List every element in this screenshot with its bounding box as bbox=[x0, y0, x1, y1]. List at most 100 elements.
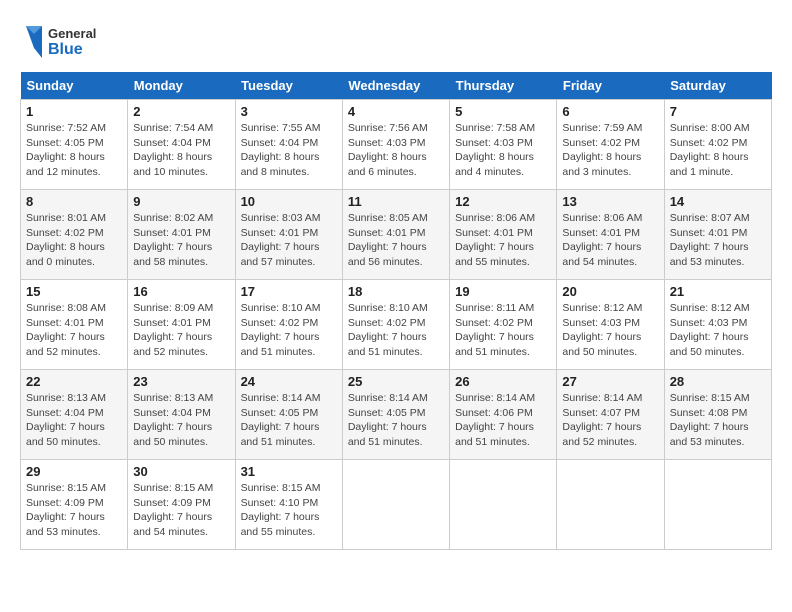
calendar-day-cell: 4Sunrise: 7:56 AM Sunset: 4:03 PM Daylig… bbox=[342, 100, 449, 190]
day-info: Sunrise: 8:12 AM Sunset: 4:03 PM Dayligh… bbox=[670, 301, 766, 360]
day-info: Sunrise: 8:10 AM Sunset: 4:02 PM Dayligh… bbox=[241, 301, 337, 360]
day-number: 23 bbox=[133, 374, 229, 389]
calendar-week-row: 1 Sunrise: 7:52 AM Sunset: 4:05 PM Daylig… bbox=[21, 100, 772, 190]
day-info: Sunrise: 8:15 AM Sunset: 4:09 PM Dayligh… bbox=[133, 481, 229, 540]
day-number: 15 bbox=[26, 284, 122, 299]
calendar-day-cell: 23 Sunrise: 8:13 AM Sunset: 4:04 PM Dayli… bbox=[128, 370, 235, 460]
day-info: Sunrise: 7:52 AM Sunset: 4:05 PM Dayligh… bbox=[26, 121, 122, 180]
day-number: 8 bbox=[26, 194, 122, 209]
day-number: 12 bbox=[455, 194, 551, 209]
day-info: Sunrise: 8:15 AM Sunset: 4:10 PM Dayligh… bbox=[241, 481, 337, 540]
day-info: Sunrise: 8:09 AM Sunset: 4:01 PM Dayligh… bbox=[133, 301, 229, 360]
calendar-day-cell: 28Sunrise: 8:15 AM Sunset: 4:08 PM Dayli… bbox=[664, 370, 771, 460]
day-number: 27 bbox=[562, 374, 658, 389]
calendar-day-cell: 31Sunrise: 8:15 AM Sunset: 4:10 PM Dayli… bbox=[235, 460, 342, 550]
calendar-day-cell: 16 Sunrise: 8:09 AM Sunset: 4:01 PM Dayli… bbox=[128, 280, 235, 370]
day-number: 26 bbox=[455, 374, 551, 389]
day-info: Sunrise: 7:59 AM Sunset: 4:02 PM Dayligh… bbox=[562, 121, 658, 180]
calendar-day-cell: 14 Sunrise: 8:07 AM Sunset: 4:01 PM Dayli… bbox=[664, 190, 771, 280]
day-number: 24 bbox=[241, 374, 337, 389]
day-number: 7 bbox=[670, 104, 766, 119]
day-number: 6 bbox=[562, 104, 658, 119]
day-number: 9 bbox=[133, 194, 229, 209]
calendar-day-cell: 19Sunrise: 8:11 AM Sunset: 4:02 PM Dayli… bbox=[450, 280, 557, 370]
page-header: General Blue bbox=[20, 20, 772, 64]
day-number: 25 bbox=[348, 374, 444, 389]
day-number: 30 bbox=[133, 464, 229, 479]
calendar-day-cell: 7 Sunrise: 8:00 AM Sunset: 4:02 PM Daylig… bbox=[664, 100, 771, 190]
logo: General Blue bbox=[20, 20, 120, 64]
day-number: 19 bbox=[455, 284, 551, 299]
calendar-day-cell: 15 Sunrise: 8:08 AM Sunset: 4:01 PM Dayli… bbox=[21, 280, 128, 370]
calendar-day-cell: 2 Sunrise: 7:54 AM Sunset: 4:04 PM Daylig… bbox=[128, 100, 235, 190]
calendar-day-cell: 20 Sunrise: 8:12 AM Sunset: 4:03 PM Dayli… bbox=[557, 280, 664, 370]
calendar-day-cell bbox=[450, 460, 557, 550]
calendar-day-cell: 6 Sunrise: 7:59 AM Sunset: 4:02 PM Daylig… bbox=[557, 100, 664, 190]
day-info: Sunrise: 8:07 AM Sunset: 4:01 PM Dayligh… bbox=[670, 211, 766, 270]
weekday-header-wednesday: Wednesday bbox=[342, 72, 449, 100]
calendar-day-cell bbox=[664, 460, 771, 550]
day-info: Sunrise: 7:56 AM Sunset: 4:03 PM Dayligh… bbox=[348, 121, 444, 180]
svg-text:General: General bbox=[48, 26, 96, 41]
day-info: Sunrise: 7:54 AM Sunset: 4:04 PM Dayligh… bbox=[133, 121, 229, 180]
calendar-day-cell: 27 Sunrise: 8:14 AM Sunset: 4:07 PM Dayli… bbox=[557, 370, 664, 460]
weekday-header-friday: Friday bbox=[557, 72, 664, 100]
weekday-header-tuesday: Tuesday bbox=[235, 72, 342, 100]
day-number: 21 bbox=[670, 284, 766, 299]
calendar-day-cell: 9 Sunrise: 8:02 AM Sunset: 4:01 PM Daylig… bbox=[128, 190, 235, 280]
day-number: 13 bbox=[562, 194, 658, 209]
day-info: Sunrise: 8:10 AM Sunset: 4:02 PM Dayligh… bbox=[348, 301, 444, 360]
logo-svg: General Blue bbox=[20, 20, 120, 64]
calendar-day-cell: 30 Sunrise: 8:15 AM Sunset: 4:09 PM Dayli… bbox=[128, 460, 235, 550]
calendar-day-cell: 18 Sunrise: 8:10 AM Sunset: 4:02 PM Dayli… bbox=[342, 280, 449, 370]
day-info: Sunrise: 8:14 AM Sunset: 4:07 PM Dayligh… bbox=[562, 391, 658, 450]
day-info: Sunrise: 8:01 AM Sunset: 4:02 PM Dayligh… bbox=[26, 211, 122, 270]
calendar-day-cell: 3 Sunrise: 7:55 AM Sunset: 4:04 PM Daylig… bbox=[235, 100, 342, 190]
day-info: Sunrise: 8:03 AM Sunset: 4:01 PM Dayligh… bbox=[241, 211, 337, 270]
day-number: 29 bbox=[26, 464, 122, 479]
day-info: Sunrise: 8:00 AM Sunset: 4:02 PM Dayligh… bbox=[670, 121, 766, 180]
day-number: 3 bbox=[241, 104, 337, 119]
calendar-day-cell: 21 Sunrise: 8:12 AM Sunset: 4:03 PM Dayli… bbox=[664, 280, 771, 370]
weekday-header-sunday: Sunday bbox=[21, 72, 128, 100]
day-info: Sunrise: 8:05 AM Sunset: 4:01 PM Dayligh… bbox=[348, 211, 444, 270]
day-info: Sunrise: 8:13 AM Sunset: 4:04 PM Dayligh… bbox=[133, 391, 229, 450]
day-info: Sunrise: 7:55 AM Sunset: 4:04 PM Dayligh… bbox=[241, 121, 337, 180]
calendar-week-row: 8 Sunrise: 8:01 AM Sunset: 4:02 PM Daylig… bbox=[21, 190, 772, 280]
day-number: 17 bbox=[241, 284, 337, 299]
calendar-week-row: 22 Sunrise: 8:13 AM Sunset: 4:04 PM Dayli… bbox=[21, 370, 772, 460]
day-info: Sunrise: 8:14 AM Sunset: 4:05 PM Dayligh… bbox=[348, 391, 444, 450]
day-number: 11 bbox=[348, 194, 444, 209]
day-number: 28 bbox=[670, 374, 766, 389]
calendar-day-cell: 25 Sunrise: 8:14 AM Sunset: 4:05 PM Dayli… bbox=[342, 370, 449, 460]
calendar-day-cell: 17 Sunrise: 8:10 AM Sunset: 4:02 PM Dayli… bbox=[235, 280, 342, 370]
day-number: 18 bbox=[348, 284, 444, 299]
calendar-day-cell: 29Sunrise: 8:15 AM Sunset: 4:09 PM Dayli… bbox=[21, 460, 128, 550]
day-number: 20 bbox=[562, 284, 658, 299]
calendar-day-cell: 1 Sunrise: 7:52 AM Sunset: 4:05 PM Daylig… bbox=[21, 100, 128, 190]
day-number: 5 bbox=[455, 104, 551, 119]
calendar-table: SundayMondayTuesdayWednesdayThursdayFrid… bbox=[20, 72, 772, 550]
day-number: 22 bbox=[26, 374, 122, 389]
day-info: Sunrise: 8:06 AM Sunset: 4:01 PM Dayligh… bbox=[562, 211, 658, 270]
day-info: Sunrise: 8:08 AM Sunset: 4:01 PM Dayligh… bbox=[26, 301, 122, 360]
calendar-day-cell: 8 Sunrise: 8:01 AM Sunset: 4:02 PM Daylig… bbox=[21, 190, 128, 280]
calendar-day-cell: 26Sunrise: 8:14 AM Sunset: 4:06 PM Dayli… bbox=[450, 370, 557, 460]
day-number: 2 bbox=[133, 104, 229, 119]
weekday-header-saturday: Saturday bbox=[664, 72, 771, 100]
calendar-day-cell: 11 Sunrise: 8:05 AM Sunset: 4:01 PM Dayli… bbox=[342, 190, 449, 280]
day-info: Sunrise: 8:13 AM Sunset: 4:04 PM Dayligh… bbox=[26, 391, 122, 450]
day-number: 1 bbox=[26, 104, 122, 119]
calendar-day-cell: 22 Sunrise: 8:13 AM Sunset: 4:04 PM Dayli… bbox=[21, 370, 128, 460]
calendar-day-cell: 13 Sunrise: 8:06 AM Sunset: 4:01 PM Dayli… bbox=[557, 190, 664, 280]
day-number: 14 bbox=[670, 194, 766, 209]
weekday-header-monday: Monday bbox=[128, 72, 235, 100]
calendar-day-cell: 5 Sunrise: 7:58 AM Sunset: 4:03 PM Daylig… bbox=[450, 100, 557, 190]
day-info: Sunrise: 8:02 AM Sunset: 4:01 PM Dayligh… bbox=[133, 211, 229, 270]
day-number: 16 bbox=[133, 284, 229, 299]
day-info: Sunrise: 7:58 AM Sunset: 4:03 PM Dayligh… bbox=[455, 121, 551, 180]
day-info: Sunrise: 8:12 AM Sunset: 4:03 PM Dayligh… bbox=[562, 301, 658, 360]
calendar-day-cell bbox=[342, 460, 449, 550]
calendar-day-cell: 24Sunrise: 8:14 AM Sunset: 4:05 PM Dayli… bbox=[235, 370, 342, 460]
calendar-day-cell: 12Sunrise: 8:06 AM Sunset: 4:01 PM Dayli… bbox=[450, 190, 557, 280]
